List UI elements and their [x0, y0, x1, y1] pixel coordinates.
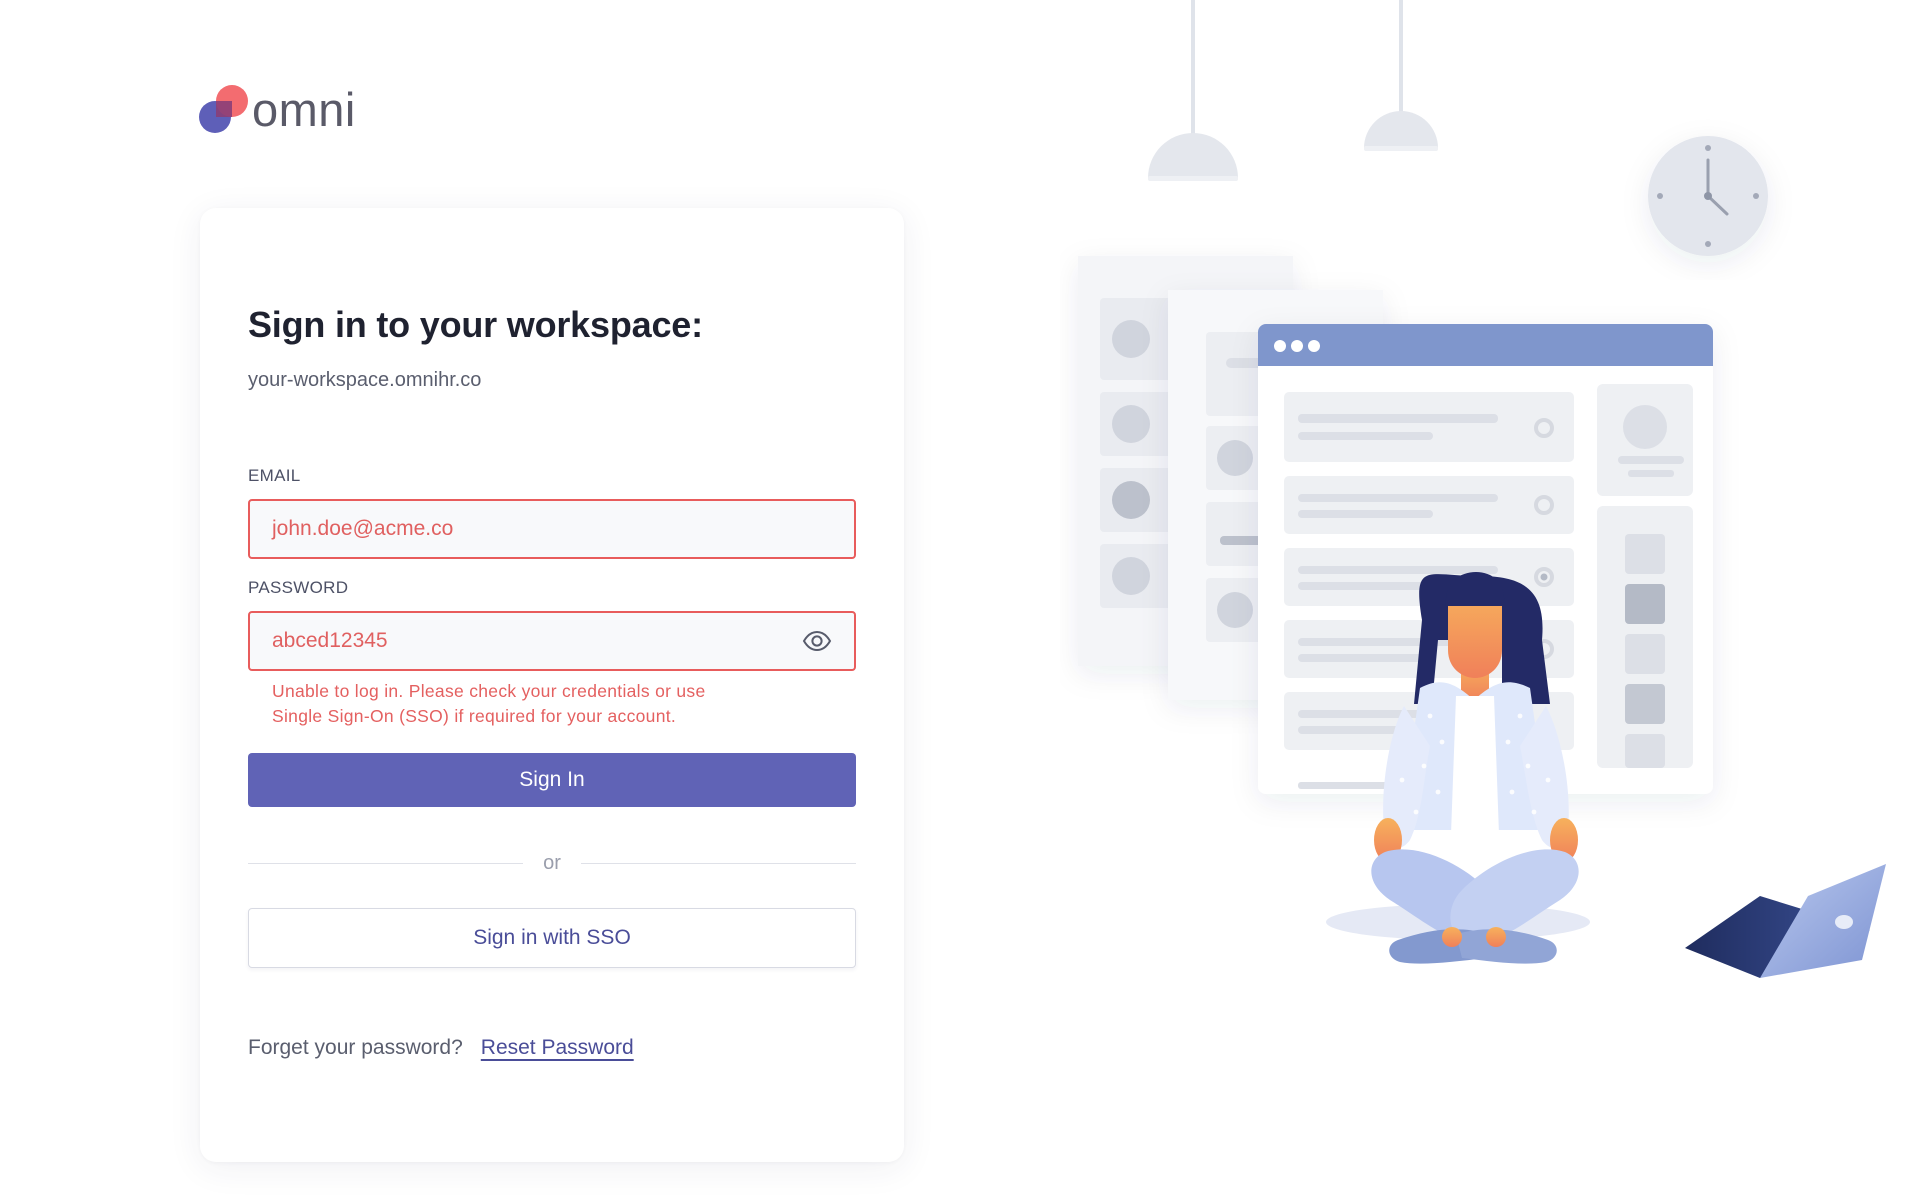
password-label: PASSWORD — [248, 578, 349, 597]
password-field[interactable]: abced12345 — [248, 611, 856, 671]
eye-icon[interactable] — [802, 631, 832, 651]
logo-text: omni — [252, 83, 356, 136]
sso-sign-in-button[interactable]: Sign in with SSO — [248, 908, 856, 968]
error-line-1: Unable to log in. Please check your cred… — [272, 681, 706, 701]
clock-icon — [1648, 136, 1768, 256]
or-divider: or — [248, 851, 857, 874]
pendant-lamp-left — [1148, 0, 1238, 181]
email-label: EMAIL — [248, 466, 301, 485]
workspace-illustration — [1060, 0, 1900, 1000]
error-line-2: Single Sign-On (SSO) if required for you… — [272, 706, 677, 726]
signin-card: Sign in to your workspace: your-workspac… — [200, 208, 904, 1162]
workspace-url: your-workspace.omnihr.co — [248, 369, 482, 391]
divider-line-left — [248, 862, 524, 864]
login-error-message: Unable to log in. Please check your cred… — [272, 679, 792, 729]
email-field[interactable]: john.doe@acme.co — [248, 499, 856, 559]
omni-logo: omni — [198, 84, 356, 136]
email-value: john.doe@acme.co — [272, 517, 454, 540]
reset-password-link[interactable]: Reset Password — [481, 1036, 634, 1060]
divider-text: or — [543, 851, 561, 874]
divider-line-right — [580, 862, 857, 864]
laptop-icon — [1685, 864, 1886, 978]
pendant-lamp-right — [1364, 0, 1438, 151]
forgot-password-row: Forget your password? Reset Password — [248, 1036, 856, 1060]
sign-in-button[interactable]: Sign In — [248, 753, 856, 807]
page-title: Sign in to your workspace: — [248, 304, 703, 345]
logo-mark-icon — [198, 84, 250, 136]
forgot-password-text: Forget your password? — [248, 1036, 463, 1059]
password-value: abced12345 — [272, 629, 388, 652]
